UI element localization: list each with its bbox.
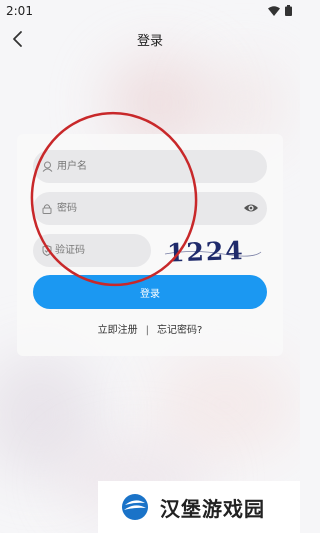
status-bar: 2:01 bbox=[0, 0, 300, 22]
watermark: 汉堡游戏园 bbox=[98, 481, 300, 533]
nav-bar: 登录 bbox=[0, 26, 300, 54]
battery-icon bbox=[285, 5, 292, 16]
link-separator: | bbox=[145, 325, 150, 336]
username-field bbox=[33, 150, 267, 183]
login-button[interactable]: 登录 bbox=[33, 275, 267, 309]
username-input[interactable] bbox=[57, 150, 267, 183]
register-link[interactable]: 立即注册 bbox=[98, 321, 138, 336]
shield-icon bbox=[42, 245, 52, 257]
password-input[interactable] bbox=[57, 192, 267, 225]
logo-icon bbox=[122, 494, 148, 520]
page-title: 登录 bbox=[136, 34, 163, 49]
lock-icon bbox=[42, 203, 54, 215]
captcha-image[interactable]: 1224 bbox=[163, 234, 263, 267]
wifi-icon bbox=[268, 5, 280, 16]
status-time: 2:01 bbox=[6, 4, 33, 18]
captcha-field bbox=[33, 234, 180, 267]
auth-links: 立即注册 | 忘记密码? bbox=[17, 321, 283, 336]
captcha-input[interactable] bbox=[55, 234, 180, 267]
captcha-code: 1224 bbox=[167, 236, 246, 267]
eye-icon[interactable] bbox=[243, 201, 259, 215]
user-icon bbox=[42, 161, 54, 173]
status-icons bbox=[268, 5, 292, 16]
background-blur bbox=[150, 350, 300, 460]
password-field bbox=[33, 192, 267, 225]
forgot-password-link[interactable]: 忘记密码? bbox=[157, 321, 202, 336]
watermark-text: 汉堡游戏园 bbox=[160, 496, 265, 521]
login-card: 1224 登录 立即注册 | 忘记密码? bbox=[17, 134, 283, 356]
